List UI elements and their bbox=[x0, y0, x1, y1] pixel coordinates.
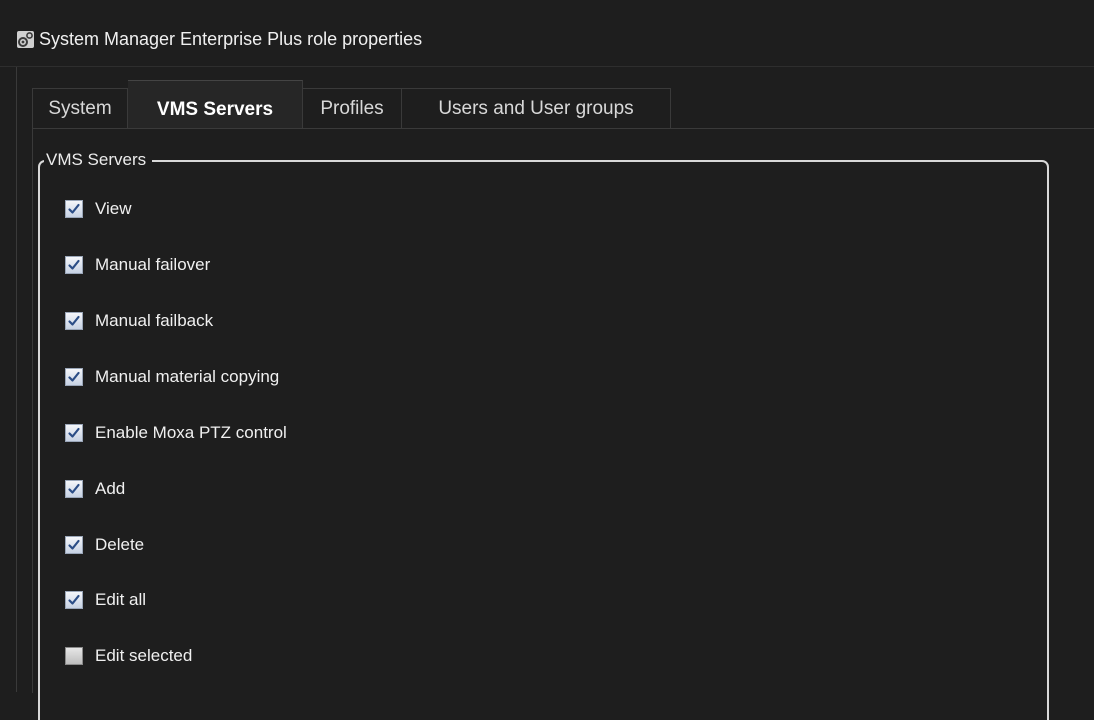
checkbox[interactable] bbox=[65, 536, 83, 554]
checkmark-icon bbox=[68, 483, 80, 494]
tab-label: System bbox=[48, 98, 112, 119]
tab-vms-servers[interactable]: VMS Servers bbox=[128, 80, 303, 128]
checkbox-label: Manual material copying bbox=[95, 367, 280, 386]
checkbox-label: Edit selected bbox=[95, 646, 193, 665]
checkbox[interactable] bbox=[65, 647, 83, 665]
checkmark-icon bbox=[68, 427, 80, 438]
checkbox[interactable] bbox=[65, 256, 83, 274]
tab-system[interactable]: System bbox=[32, 88, 128, 128]
checkmark-icon bbox=[68, 371, 80, 382]
checkmark-icon bbox=[68, 203, 80, 214]
tab-profiles[interactable]: Profiles bbox=[303, 88, 402, 128]
checkmark-icon bbox=[68, 259, 80, 270]
permission-manual-failback[interactable]: Manual failback bbox=[65, 310, 213, 332]
permission-manual-failover[interactable]: Manual failover bbox=[65, 254, 210, 276]
checkbox-label: Manual failback bbox=[95, 311, 214, 330]
tab-users-and-user-groups[interactable]: Users and User groups bbox=[402, 88, 671, 128]
checkbox-label: Add bbox=[95, 479, 126, 498]
checkbox-label: Enable Moxa PTZ control bbox=[95, 423, 287, 442]
checkmark-icon bbox=[68, 539, 80, 550]
checkbox[interactable] bbox=[65, 480, 83, 498]
tab-label: VMS Servers bbox=[156, 99, 274, 120]
checkmark-icon bbox=[68, 315, 80, 326]
groupbox-legend: VMS Servers bbox=[44, 150, 153, 170]
title-bar: System Manager Enterprise Plus role prop… bbox=[0, 0, 1094, 67]
tab-strip: System VMS Servers Profiles Users and Us… bbox=[16, 80, 1094, 128]
permission-enable-moxa-ptz-control[interactable]: Enable Moxa PTZ control bbox=[65, 422, 287, 444]
checkbox-label: Manual failover bbox=[95, 255, 211, 274]
role-properties-window: System Manager Enterprise Plus role prop… bbox=[0, 0, 1094, 720]
checkbox[interactable] bbox=[65, 312, 83, 330]
checkbox[interactable] bbox=[65, 200, 83, 218]
tab-label: Profiles bbox=[320, 98, 384, 119]
checkbox-label: Delete bbox=[95, 535, 145, 554]
permission-edit-selected[interactable]: Edit selected bbox=[65, 645, 192, 667]
tab-label: Users and User groups bbox=[438, 98, 634, 119]
permission-add[interactable]: Add bbox=[65, 478, 125, 500]
gear-icon bbox=[17, 31, 34, 48]
permission-manual-material-copying[interactable]: Manual material copying bbox=[65, 366, 279, 388]
checkbox-label: Edit all bbox=[95, 590, 147, 609]
checkbox[interactable] bbox=[65, 591, 83, 609]
permission-edit-all[interactable]: Edit all bbox=[65, 589, 146, 611]
window-title: System Manager Enterprise Plus role prop… bbox=[39, 29, 423, 49]
permission-view[interactable]: View bbox=[65, 198, 132, 220]
checkbox[interactable] bbox=[65, 368, 83, 386]
permission-delete[interactable]: Delete bbox=[65, 534, 144, 556]
checkmark-icon bbox=[68, 594, 80, 605]
checkbox[interactable] bbox=[65, 424, 83, 442]
checkbox-label: View bbox=[95, 199, 132, 218]
